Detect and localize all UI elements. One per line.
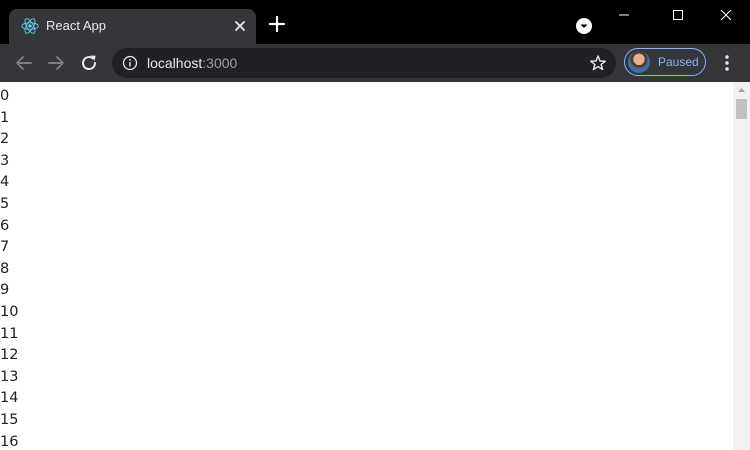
list-item: 2: [0, 131, 10, 148]
list-item: 15: [0, 411, 19, 428]
tab-close-icon[interactable]: [231, 17, 249, 35]
url-port: :3000: [202, 55, 238, 71]
plus-icon[interactable]: [267, 14, 287, 34]
list-item: 11: [0, 325, 19, 342]
minimize-button[interactable]: [602, 4, 646, 28]
list-item: 10: [0, 303, 19, 320]
maximize-button[interactable]: [656, 4, 700, 28]
close-icon: [720, 9, 732, 21]
maximize-icon: [673, 10, 683, 20]
react-logo-icon: [21, 18, 39, 34]
list-item: 9: [0, 282, 10, 299]
info-icon[interactable]: [122, 55, 138, 71]
list-item: 6: [0, 217, 10, 234]
list-item: 5: [0, 195, 10, 212]
minimize-icon: [619, 14, 629, 16]
scroll-up-arrow-icon[interactable]: [733, 82, 750, 97]
list-item: 1: [0, 109, 10, 126]
scrollbar-thumb[interactable]: [736, 99, 747, 119]
url-host: localhost: [147, 55, 203, 71]
avatar: [628, 51, 650, 73]
list-item: 3: [0, 152, 10, 169]
list-item: 16: [0, 433, 19, 450]
tab-search-icon[interactable]: [576, 18, 592, 34]
list-item: 13: [0, 368, 19, 385]
list-item: 12: [0, 347, 19, 364]
list-item: 8: [0, 260, 10, 277]
number-list: 0 1 2 3 4 5 6 7 8 9 10 11 12 13 14 15 16: [0, 86, 730, 450]
list-item: 14: [0, 390, 19, 407]
close-window-button[interactable]: [704, 4, 748, 28]
tab-react-app[interactable]: React App: [9, 9, 256, 44]
tab-strip: React App: [0, 0, 750, 44]
star-icon[interactable]: [589, 54, 607, 72]
address-bar[interactable]: localhost:3000: [112, 48, 616, 78]
profile-button[interactable]: Paused: [624, 48, 706, 76]
forward-arrow-icon[interactable]: [45, 52, 67, 74]
list-item: 0: [0, 88, 10, 104]
profile-status-label: Paused: [658, 55, 699, 69]
page-viewport[interactable]: 0 1 2 3 4 5 6 7 8 9 10 11 12 13 14 15 16: [0, 82, 750, 450]
list-item: 4: [0, 174, 10, 191]
list-item: 7: [0, 239, 10, 256]
tab-title: React App: [46, 18, 106, 33]
reload-icon[interactable]: [78, 52, 100, 74]
vertical-scrollbar[interactable]: [733, 82, 750, 450]
browser-toolbar: localhost:3000 Paused: [0, 44, 750, 82]
url-text[interactable]: localhost:3000: [147, 55, 237, 71]
kebab-menu-icon[interactable]: [717, 53, 737, 73]
browser-window: React App localhost:3000 Paused 0 1 2 3 …: [0, 0, 750, 450]
back-arrow-icon[interactable]: [13, 52, 35, 74]
